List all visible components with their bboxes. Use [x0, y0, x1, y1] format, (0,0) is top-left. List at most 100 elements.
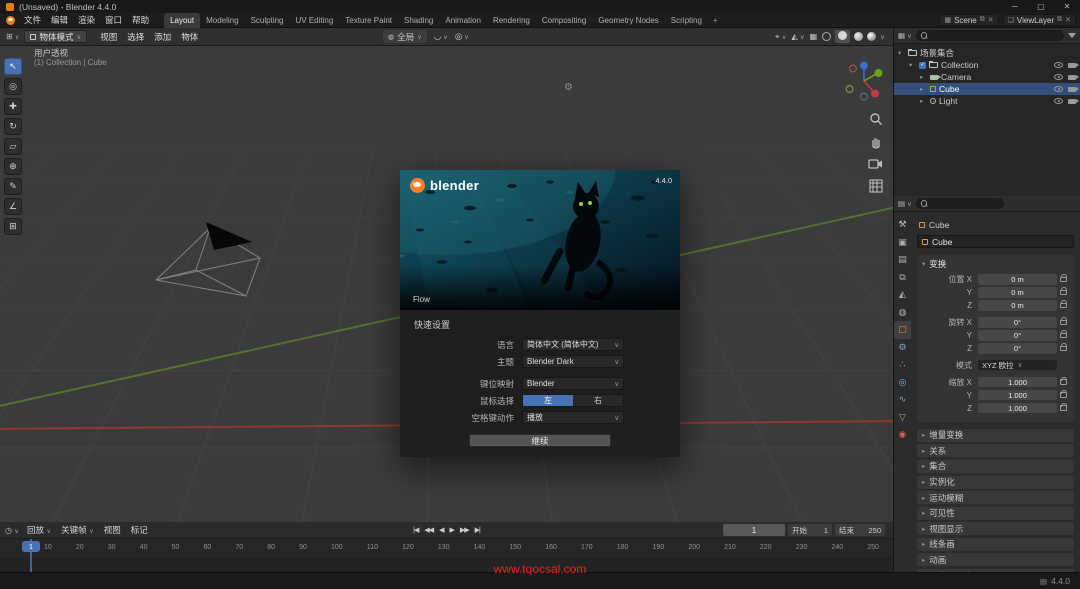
- lock-icon[interactable]: [1060, 290, 1067, 296]
- add-workspace-button[interactable]: +: [708, 13, 723, 28]
- menubar-item[interactable]: 编辑: [46, 13, 73, 27]
- transform-orientation-dropdown[interactable]: ◍ 全局 ∨: [383, 30, 427, 43]
- filter-icon[interactable]: [1068, 33, 1076, 38]
- scene-selector[interactable]: ▦ Scene ⧉ ✕: [939, 14, 998, 26]
- move-view-hand-icon[interactable]: [869, 135, 883, 149]
- x-axis-dot[interactable]: [871, 90, 879, 98]
- transform-value-field[interactable]: 0 m: [978, 300, 1057, 311]
- workspace-tab-sculpting[interactable]: Sculpting: [245, 13, 290, 28]
- select-mouse-toggle-option[interactable]: 右: [573, 395, 623, 406]
- property-section[interactable]: ▸集合: [917, 460, 1074, 473]
- physics-tab[interactable]: ◎: [894, 374, 911, 392]
- toggle-grid-icon[interactable]: [869, 179, 883, 193]
- lock-icon[interactable]: [1060, 277, 1067, 283]
- z-axis-dot[interactable]: [860, 62, 868, 70]
- menubar-item[interactable]: 文件: [19, 13, 46, 27]
- modifiers-tab[interactable]: ⚙: [894, 339, 911, 357]
- maximize-button[interactable]: ▢: [1028, 0, 1054, 13]
- material-tab[interactable]: ◉: [894, 426, 911, 444]
- xray-toggle-icon[interactable]: ▦: [810, 32, 818, 41]
- property-section[interactable]: ▸实例化: [917, 476, 1074, 489]
- snap-magnet-icon[interactable]: ◡ ∨: [434, 31, 448, 42]
- neg-z-axis-dot[interactable]: [861, 93, 868, 100]
- outliner-item-label[interactable]: Collection: [941, 60, 1051, 70]
- disclosure-toggle[interactable]: ▸: [920, 85, 927, 93]
- play-button[interactable]: ▶: [450, 526, 454, 534]
- property-section[interactable]: ▸可见性: [917, 507, 1074, 520]
- editor-type-dropdown[interactable]: ⊞ ∨: [6, 32, 19, 41]
- disclosure-toggle[interactable]: ▾: [909, 61, 916, 69]
- disclosure-toggle[interactable]: ▾: [898, 49, 905, 57]
- property-section[interactable]: ▸增量变换: [917, 429, 1074, 442]
- render-tab[interactable]: ▣: [894, 234, 911, 252]
- 3d-viewport[interactable]: ⚙ 用户透视 (1) Collection | Cube ↖◎✚↻▱⊕✎∠⊞: [0, 46, 893, 522]
- frame-end-field[interactable]: 结束 250: [835, 524, 885, 536]
- neg-y-axis-dot[interactable]: [846, 86, 853, 93]
- lock-icon[interactable]: [1060, 392, 1067, 398]
- outliner-row-scene-collection[interactable]: ▾ 场景集合: [894, 47, 1080, 59]
- disclosure-toggle[interactable]: ▸: [920, 97, 927, 105]
- menubar-item[interactable]: 渲染: [73, 13, 100, 27]
- material-preview-icon[interactable]: [854, 32, 863, 41]
- workspace-tab-rendering[interactable]: Rendering: [487, 13, 536, 28]
- language-dropdown[interactable]: 简体中文 (简体中文)∨: [522, 338, 624, 351]
- property-section[interactable]: ▸线条画: [917, 538, 1074, 551]
- transform-value-field[interactable]: 0 m: [978, 287, 1057, 298]
- keymap-dropdown[interactable]: Blender∨: [522, 377, 624, 390]
- timeline-menu-item[interactable]: 回放 ∨: [22, 524, 56, 536]
- play-reverse-button[interactable]: ◀: [439, 526, 443, 534]
- tool-tab[interactable]: ⚒: [894, 216, 911, 234]
- view-layer-tab[interactable]: ⧉: [894, 269, 911, 287]
- hide-in-viewport-icon[interactable]: [1054, 86, 1063, 92]
- viewport-menu-item[interactable]: 物体: [176, 29, 203, 45]
- theme-dropdown[interactable]: Blender Dark∨: [522, 355, 624, 368]
- timeline-menu-item[interactable]: 标记: [126, 524, 153, 536]
- timeline-menu-item[interactable]: 关键帧 ∨: [56, 524, 99, 536]
- disable-in-renders-icon[interactable]: [1068, 63, 1076, 68]
- next-keyframe-button[interactable]: ▶▶: [460, 526, 469, 534]
- property-section[interactable]: ▸关系: [917, 444, 1074, 457]
- output-tab[interactable]: ▤: [894, 251, 911, 269]
- properties-search-input[interactable]: [916, 198, 1004, 209]
- playhead[interactable]: 1: [22, 541, 40, 552]
- outliner-item-label[interactable]: Light: [939, 96, 1051, 106]
- viewport-menu-item[interactable]: 视图: [95, 29, 122, 45]
- menubar-item[interactable]: 帮助: [127, 13, 154, 27]
- workspace-tab-scripting[interactable]: Scripting: [665, 13, 708, 28]
- prev-keyframe-button[interactable]: ◀◀: [424, 526, 433, 534]
- rendered-shading-icon[interactable]: [867, 32, 876, 41]
- lock-icon[interactable]: [1060, 333, 1067, 339]
- outliner-search-input[interactable]: [916, 30, 1064, 41]
- tweak-select-tool[interactable]: ↖: [4, 58, 22, 75]
- viewport-menu-item[interactable]: 选择: [122, 29, 149, 45]
- properties-editor-type-dropdown[interactable]: ▤ ∨: [898, 199, 912, 208]
- workspace-tab-uv-editing[interactable]: UV Editing: [290, 13, 340, 28]
- hide-in-viewport-icon[interactable]: [1054, 62, 1063, 68]
- property-section[interactable]: ▸动画: [917, 553, 1074, 566]
- outliner-editor-type-dropdown[interactable]: ▦ ∨: [898, 31, 912, 40]
- solid-shading-icon[interactable]: [838, 31, 847, 40]
- continue-button[interactable]: 继续: [469, 434, 611, 447]
- zoom-icon[interactable]: [869, 112, 883, 126]
- property-section[interactable]: ▸视图显示: [917, 522, 1074, 535]
- workspace-tab-shading[interactable]: Shading: [398, 13, 439, 28]
- hide-in-viewport-icon[interactable]: [1054, 74, 1063, 80]
- timeline-menu-item[interactable]: 视图: [99, 524, 126, 536]
- collection-checkbox[interactable]: ✓: [919, 62, 926, 69]
- y-axis-dot[interactable]: [875, 69, 883, 77]
- rotation-mode-dropdown[interactable]: XYZ 欧拉∨: [978, 360, 1057, 371]
- transform-value-field[interactable]: 1.000: [978, 377, 1057, 388]
- outliner-item-label[interactable]: Camera: [941, 72, 1051, 82]
- new-view-layer-icon[interactable]: ⧉: [1057, 16, 1062, 24]
- outliner-row-camera[interactable]: ▸ Camera: [894, 71, 1080, 83]
- disclosure-toggle[interactable]: ▸: [920, 73, 927, 81]
- transform-value-field[interactable]: 0°: [978, 317, 1057, 328]
- blender-menu-icon[interactable]: [6, 16, 15, 25]
- select-mouse-toggle-option[interactable]: 左: [523, 395, 573, 406]
- outliner-item-label[interactable]: Cube: [939, 84, 1051, 94]
- annotate-tool[interactable]: ✎: [4, 178, 22, 195]
- camera-view-icon[interactable]: [868, 158, 883, 170]
- outliner-row-light[interactable]: ▸ Light: [894, 95, 1080, 107]
- outliner-item-label[interactable]: 场景集合: [920, 47, 1076, 59]
- rotate-tool[interactable]: ↻: [4, 118, 22, 135]
